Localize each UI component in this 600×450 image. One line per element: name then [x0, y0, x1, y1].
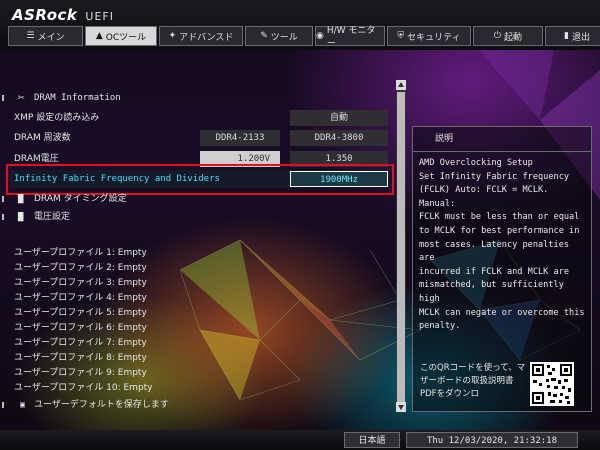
- brand-sub: UEFI: [85, 10, 114, 23]
- dram-frequency-value[interactable]: DDR4-3800: [290, 130, 388, 146]
- tab-exit[interactable]: ▮ 退出: [545, 26, 600, 46]
- list-scrollbar[interactable]: [396, 80, 406, 412]
- star-icon: ✦: [168, 31, 177, 41]
- list-icon: ☰: [26, 31, 35, 41]
- bullet-marker: [2, 214, 4, 220]
- profile-item[interactable]: ユーザープロファイル 10: Empty: [0, 379, 390, 397]
- scroll-down-icon[interactable]: [396, 402, 406, 412]
- exit-icon: ▮: [564, 31, 569, 41]
- dram-frequency-row[interactable]: DRAM 周波数 DDR4-2133 DDR4-3800: [0, 129, 390, 147]
- dram-frequency-current: DDR4-2133: [200, 130, 280, 146]
- scrollbar-thumb[interactable]: [397, 92, 405, 402]
- help-description: AMD Overclocking Setup Set Infinity Fabr…: [419, 158, 585, 332]
- brand-logo: ASRock UEFI: [12, 6, 114, 24]
- help-title: 説明: [413, 127, 591, 152]
- xmp-setting-value[interactable]: 自動: [290, 110, 388, 126]
- tab-boot[interactable]: ⏻ 起動: [473, 26, 543, 46]
- xmp-setting-row[interactable]: XMP 設定の読み込み 自動: [0, 109, 390, 127]
- datetime-display: Thu 12/03/2020, 21:32:18: [406, 432, 578, 448]
- qr-code-icon: [530, 362, 574, 406]
- tab-main[interactable]: ☰ メイン: [8, 26, 83, 46]
- bullet-marker: [2, 95, 4, 101]
- tab-tool[interactable]: ✎ ツール: [245, 26, 313, 46]
- qr-description: このQRコードを使って、マザーボードの取扱説明書PDFをダウンロ: [420, 363, 526, 399]
- wrench-icon: ✎: [260, 31, 268, 41]
- tab-security[interactable]: ⛨ セキュリティ: [387, 26, 471, 46]
- dram-information-item[interactable]: ✂ DRAM Information: [0, 89, 390, 107]
- rocket-icon: ▲: [95, 31, 103, 41]
- folder-icon: ▇: [18, 194, 24, 204]
- power-icon: ⏻: [493, 31, 502, 41]
- dram-timing-item[interactable]: ▇ DRAM タイミング設定: [0, 190, 390, 208]
- shield-icon: ⛨: [397, 31, 405, 41]
- save-icon: ▣: [20, 400, 25, 409]
- bullet-marker: [2, 402, 4, 408]
- gauge-icon: ◉: [316, 31, 324, 41]
- scroll-up-icon[interactable]: [396, 80, 406, 90]
- save-user-default-item[interactable]: ▣ ユーザーデフォルトを保存します: [0, 396, 390, 414]
- folder-icon: ▇: [18, 212, 24, 222]
- xmp-setting-label: XMP 設定の読み込み: [14, 113, 100, 123]
- language-button[interactable]: 日本語: [344, 432, 400, 448]
- wrench-icon: ✂: [18, 91, 25, 104]
- voltage-config-item[interactable]: ▇ 電圧設定: [0, 208, 390, 226]
- tab-advanced[interactable]: ✦ アドバンスド: [159, 26, 243, 46]
- bullet-marker: [2, 196, 4, 202]
- brand-name: ASRock: [12, 6, 78, 24]
- main-tabs: ☰ メイン ▲ OCツール ✦ アドバンスド ✎ ツール ◉ H/W モニター ⛨ セキュリ…: [8, 26, 600, 49]
- tab-hw-monitor[interactable]: ◉ H/W モニター: [315, 26, 385, 49]
- tab-oc-tweaker[interactable]: ▲ OCツール: [85, 26, 157, 46]
- dram-frequency-label: DRAM 周波数: [14, 133, 71, 143]
- top-bar: ASRock UEFI ☰ メイン ▲ OCツール ✦ アドバンスド ✎ ツール ◉ H/W…: [0, 0, 600, 50]
